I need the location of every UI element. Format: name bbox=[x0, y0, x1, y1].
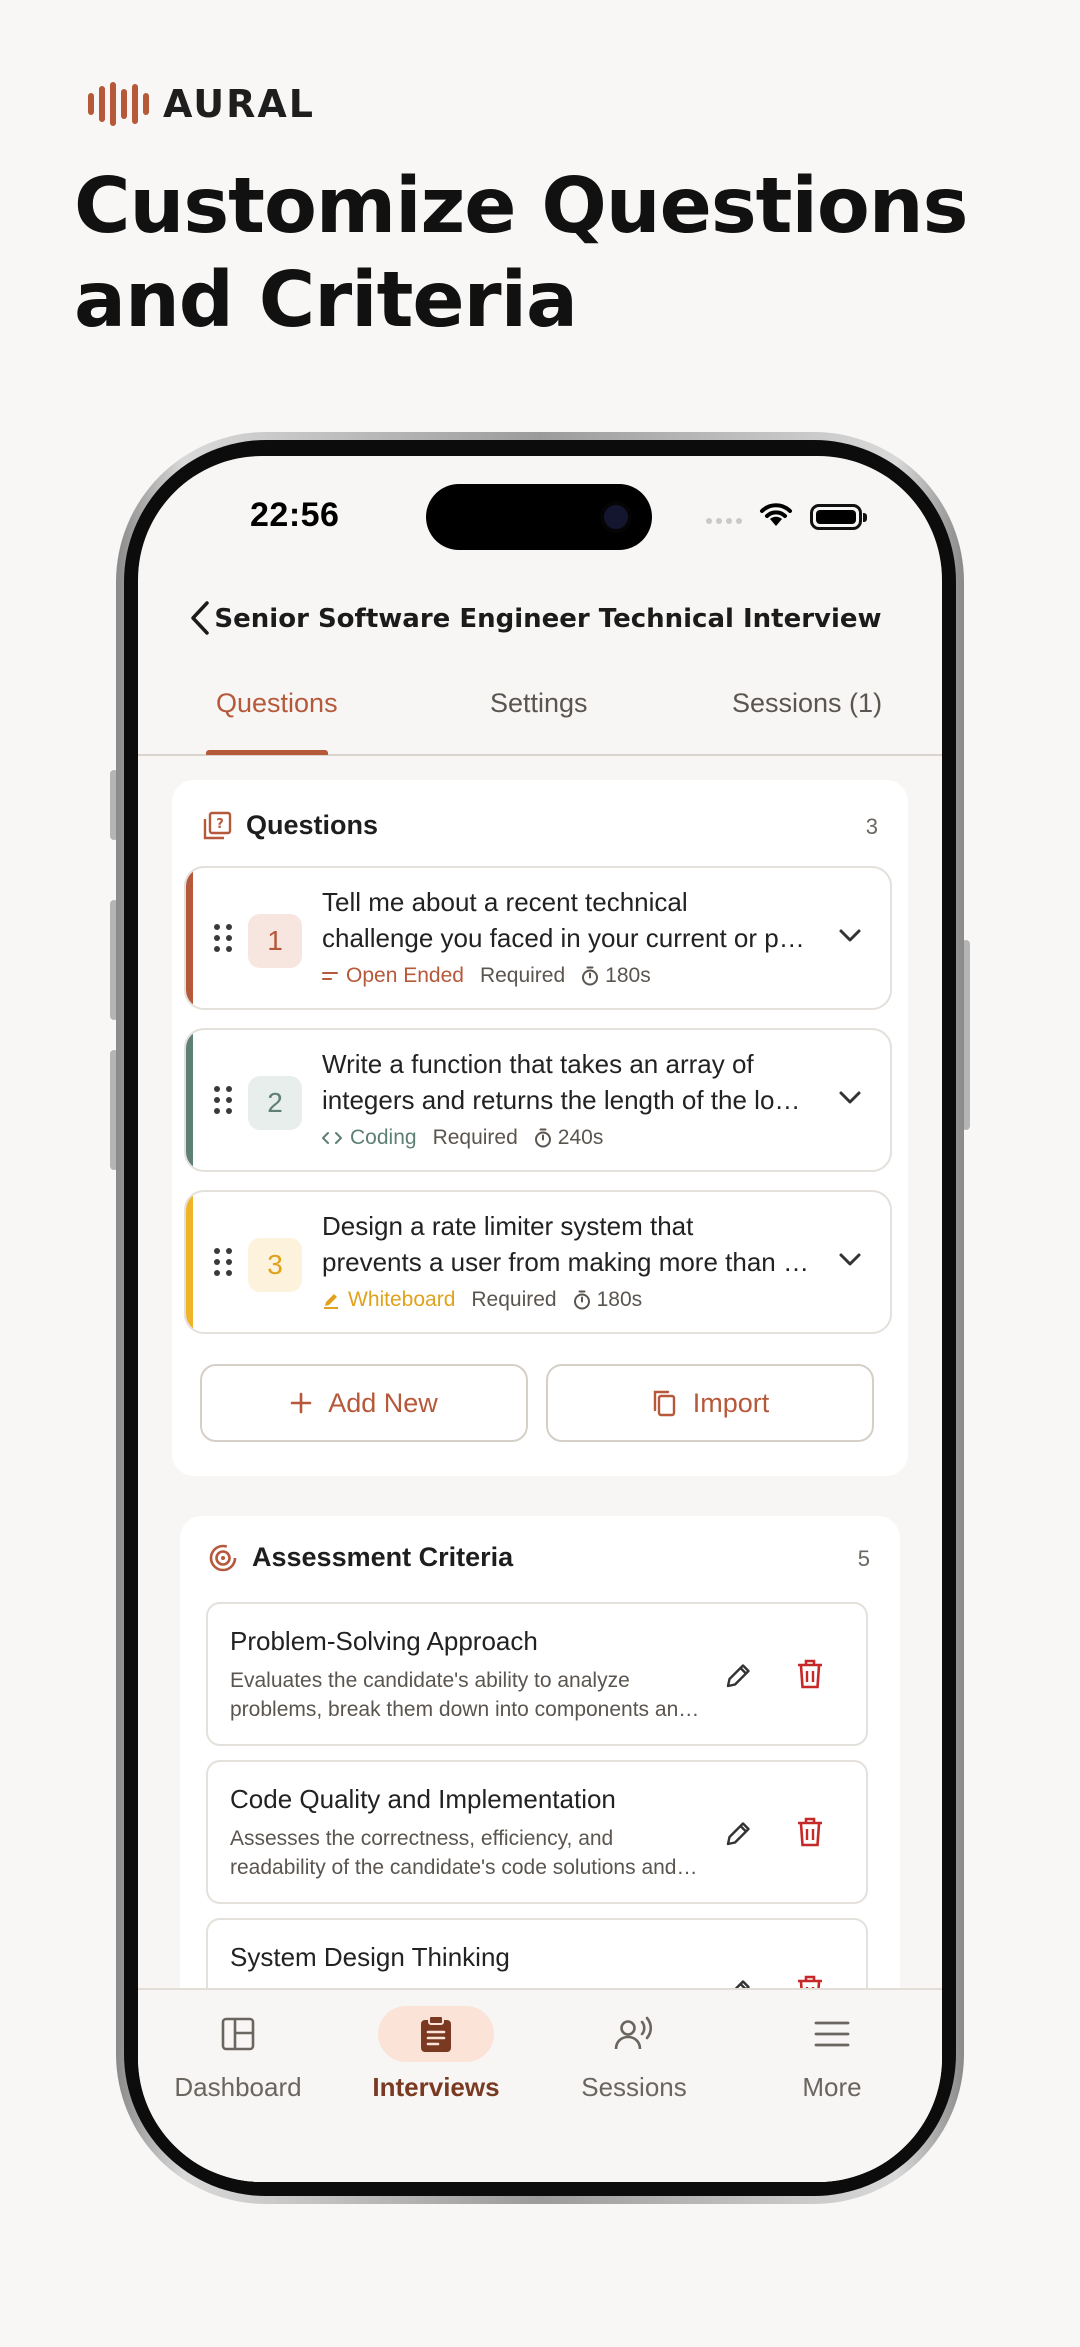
target-icon bbox=[209, 1544, 237, 1571]
sessions-icon bbox=[614, 2016, 653, 2050]
svg-text:?: ? bbox=[216, 817, 224, 832]
criterion-title: System Design Thinking bbox=[230, 1942, 510, 1972]
questions-card: ? Questions 3 1 Tell me about a recent t… bbox=[172, 780, 908, 1476]
page-title: Senior Software Engineer Technical Inter… bbox=[214, 604, 882, 634]
tab-settings[interactable]: Settings bbox=[490, 688, 588, 719]
question-time: 180s bbox=[573, 1288, 642, 1312]
question-number-badge: 2 bbox=[248, 1076, 302, 1130]
whiteboard-icon bbox=[324, 1294, 338, 1309]
criterion-item[interactable]: Code Quality and Implementation Assesses… bbox=[206, 1760, 868, 1904]
tab-sessions[interactable]: Sessions (1) bbox=[732, 688, 882, 719]
headline: Customize Questions and Criteria bbox=[74, 160, 974, 348]
delete-icon[interactable] bbox=[796, 1816, 824, 1848]
chevron-down-icon[interactable] bbox=[838, 1252, 862, 1268]
criterion-description: Evaluates the candidate's ability to ana… bbox=[230, 1669, 700, 1721]
battery-icon bbox=[810, 504, 867, 530]
criterion-item[interactable]: Problem-Solving Approach Evaluates the c… bbox=[206, 1602, 868, 1746]
chevron-down-icon[interactable] bbox=[838, 928, 862, 944]
edit-icon[interactable] bbox=[724, 1660, 754, 1690]
question-item[interactable]: 2 Write a function that takes an array o… bbox=[184, 1028, 892, 1172]
question-text: Write a function that takes an array of … bbox=[322, 1049, 812, 1115]
bottom-navigation: Dashboard Interviews Sessions More bbox=[138, 1988, 942, 2182]
wifi-icon bbox=[760, 503, 792, 526]
menu-icon bbox=[814, 2021, 850, 2047]
criteria-count: 5 bbox=[857, 1546, 870, 1571]
plus-icon bbox=[290, 1392, 312, 1414]
timer-icon bbox=[582, 966, 599, 986]
status-time: 22:56 bbox=[250, 496, 340, 534]
brand-name: AURAL bbox=[163, 82, 315, 126]
question-required: Required bbox=[471, 1288, 557, 1311]
drag-handle-icon[interactable] bbox=[214, 924, 232, 952]
question-type: Open Ended bbox=[322, 964, 464, 988]
question-item[interactable]: 1 Tell me about a recent technical chall… bbox=[184, 866, 892, 1010]
headline-line-1: Customize Questions bbox=[74, 162, 968, 251]
criterion-title: Code Quality and Implementation bbox=[230, 1784, 616, 1814]
question-time: 180s bbox=[581, 964, 651, 988]
nav-interviews[interactable]: Interviews bbox=[336, 2006, 536, 2103]
copy-icon bbox=[653, 1390, 675, 1417]
timer-icon bbox=[534, 1128, 551, 1148]
nav-more-label: More bbox=[802, 2072, 862, 2102]
question-number-badge: 1 bbox=[248, 914, 302, 968]
assessment-card-title: Assessment Criteria bbox=[252, 1542, 514, 1572]
nav-sessions[interactable]: Sessions bbox=[534, 2006, 734, 2103]
soundwave-icon bbox=[88, 82, 149, 126]
tab-bar: Questions Settings Sessions (1) bbox=[138, 674, 942, 756]
phone-screen: 22:56 Senior Software Engineer Technical… bbox=[138, 456, 942, 2182]
import-button[interactable]: Import bbox=[546, 1364, 874, 1442]
nav-dashboard-label: Dashboard bbox=[174, 2072, 302, 2102]
question-type: Coding bbox=[322, 1126, 417, 1150]
headline-line-2: and Criteria bbox=[74, 256, 578, 345]
question-text: Design a rate limiter system that preven… bbox=[322, 1211, 812, 1277]
nav-interviews-label: Interviews bbox=[372, 2072, 500, 2102]
add-question-button[interactable]: Add New bbox=[200, 1364, 528, 1442]
question-item[interactable]: 3 Design a rate limiter system that prev… bbox=[184, 1190, 892, 1334]
edit-icon[interactable] bbox=[724, 1818, 754, 1848]
question-time: 240s bbox=[534, 1126, 603, 1150]
tab-questions[interactable]: Questions bbox=[216, 688, 338, 719]
criterion-title: Problem-Solving Approach bbox=[230, 1626, 538, 1656]
drag-handle-icon[interactable] bbox=[214, 1248, 232, 1276]
nav-more[interactable]: More bbox=[732, 2006, 932, 2103]
dynamic-island bbox=[426, 484, 652, 550]
brand-logo: AURAL bbox=[88, 82, 315, 126]
question-required: Required bbox=[479, 964, 566, 987]
question-type: Whiteboard bbox=[322, 1288, 455, 1312]
question-number-badge: 3 bbox=[248, 1238, 302, 1292]
timer-icon bbox=[573, 1290, 590, 1310]
question-required: Required bbox=[432, 1126, 518, 1149]
questions-card-title: Questions bbox=[246, 810, 379, 840]
questions-count: 3 bbox=[865, 814, 878, 839]
drag-handle-icon[interactable] bbox=[214, 1086, 232, 1114]
nav-sessions-label: Sessions bbox=[581, 2072, 687, 2102]
active-tab-indicator bbox=[206, 750, 328, 755]
question-text: Tell me about a recent technical challen… bbox=[322, 887, 812, 953]
criterion-description: Assesses the correctness, efficiency, an… bbox=[230, 1827, 700, 1879]
chevron-down-icon[interactable] bbox=[838, 1090, 862, 1106]
delete-icon[interactable] bbox=[796, 1658, 824, 1690]
question-list-icon: ? bbox=[203, 811, 232, 839]
nav-dashboard[interactable]: Dashboard bbox=[138, 2006, 338, 2103]
open-ended-icon bbox=[322, 972, 338, 980]
dashboard-icon bbox=[221, 2017, 255, 2051]
code-icon bbox=[322, 1132, 342, 1144]
clipboard-icon bbox=[421, 2015, 451, 2052]
cellular-signal-icon bbox=[706, 518, 742, 524]
